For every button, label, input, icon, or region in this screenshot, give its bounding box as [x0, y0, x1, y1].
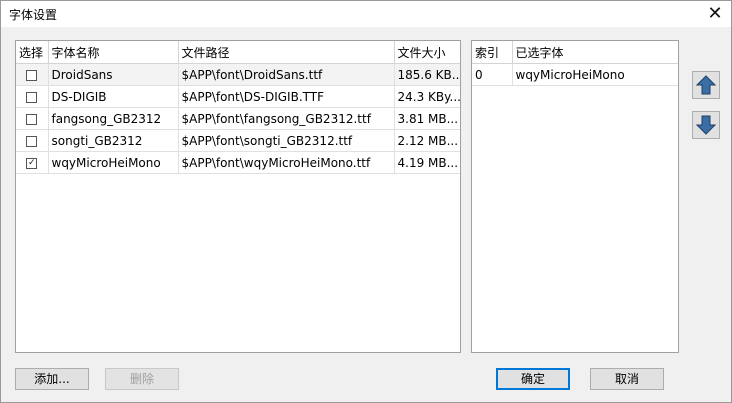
move-up-button[interactable] — [692, 71, 720, 99]
selected-font-row[interactable]: 0 wqyMicroHeiMono — [472, 63, 678, 86]
font-table-row[interactable]: ✓ wqyMicroHeiMono $APP\font\wqyMicroHeiMon… — [16, 151, 460, 174]
column-header-selected-font[interactable]: 已选字体 — [512, 41, 678, 64]
file-path-cell: $APP\font\songti_GB2312.ttf — [178, 129, 395, 152]
font-table-header: 选择 字体名称 文件路径 文件大小 — [16, 41, 460, 64]
select-cell — [16, 63, 49, 86]
file-path-cell: $APP\font\wqyMicroHeiMono.ttf — [178, 151, 395, 174]
close-icon[interactable]: ✕ — [703, 3, 727, 25]
select-checkbox[interactable] — [26, 135, 38, 147]
font-table-row[interactable]: fangsong_GB2312 $APP\font\fangsong_GB2312… — [16, 107, 460, 130]
select-cell — [16, 129, 49, 152]
window-title: 字体设置 — [9, 8, 58, 22]
selected-font-table[interactable]: 索引 已选字体 0 wqyMicroHeiMono — [471, 40, 679, 353]
select-cell: ✓ — [16, 151, 49, 174]
arrow-up-icon — [696, 75, 716, 95]
select-checkbox[interactable]: ✓ — [26, 157, 38, 169]
font-list-table[interactable]: 选择 字体名称 文件路径 文件大小 DroidSans $APP\font\Dro… — [15, 40, 461, 353]
move-down-button[interactable] — [692, 111, 720, 139]
font-table-row[interactable]: DS-DIGIB $APP\font\DS-DIGIB.TTF 24.3 KBy..… — [16, 85, 460, 108]
selected-font-cell: wqyMicroHeiMono — [512, 63, 678, 86]
select-cell — [16, 107, 49, 130]
font-table-row[interactable]: songti_GB2312 $APP\font\songti_GB2312.ttf… — [16, 129, 460, 152]
font-name-cell: DroidSans — [48, 63, 179, 86]
column-header-font-name[interactable]: 字体名称 — [48, 41, 179, 64]
font-table-row[interactable]: DroidSans $APP\font\DroidSans.ttf 185.6 KB… — [16, 63, 460, 86]
file-size-cell: 2.12 MB... — [394, 129, 460, 152]
font-name-cell: fangsong_GB2312 — [48, 107, 179, 130]
column-header-index[interactable]: 索引 — [472, 41, 513, 64]
add-button[interactable]: 添加... — [15, 368, 89, 390]
column-header-select[interactable]: 选择 — [16, 41, 49, 64]
select-checkbox[interactable] — [26, 113, 38, 125]
selected-table-header: 索引 已选字体 — [472, 41, 678, 64]
font-name-cell: songti_GB2312 — [48, 129, 179, 152]
file-path-cell: $APP\font\DroidSans.ttf — [178, 63, 395, 86]
font-name-cell: DS-DIGIB — [48, 85, 179, 108]
font-name-cell: wqyMicroHeiMono — [48, 151, 179, 174]
file-path-cell: $APP\font\DS-DIGIB.TTF — [178, 85, 395, 108]
column-header-file-path[interactable]: 文件路径 — [178, 41, 395, 64]
file-size-cell: 4.19 MB... — [394, 151, 460, 174]
ok-button[interactable]: 确定 — [496, 368, 570, 390]
title-bar: 字体设置 ✕ — [1, 1, 731, 27]
file-size-cell: 185.6 KB... — [394, 63, 460, 86]
delete-button[interactable]: 删除 — [105, 368, 179, 390]
cancel-button[interactable]: 取消 — [590, 368, 664, 390]
file-size-cell: 24.3 KBy... — [394, 85, 460, 108]
index-cell: 0 — [472, 63, 513, 86]
file-size-cell: 3.81 MB... — [394, 107, 460, 130]
file-path-cell: $APP\font\fangsong_GB2312.ttf — [178, 107, 395, 130]
font-settings-dialog: 字体设置 ✕ 选择 字体名称 文件路径 文件大小 DroidSans $APP\f… — [0, 0, 732, 403]
column-header-file-size[interactable]: 文件大小 — [394, 41, 460, 64]
select-checkbox[interactable] — [26, 91, 38, 103]
select-cell — [16, 85, 49, 108]
select-checkbox[interactable] — [26, 69, 38, 81]
arrow-down-icon — [696, 115, 716, 135]
